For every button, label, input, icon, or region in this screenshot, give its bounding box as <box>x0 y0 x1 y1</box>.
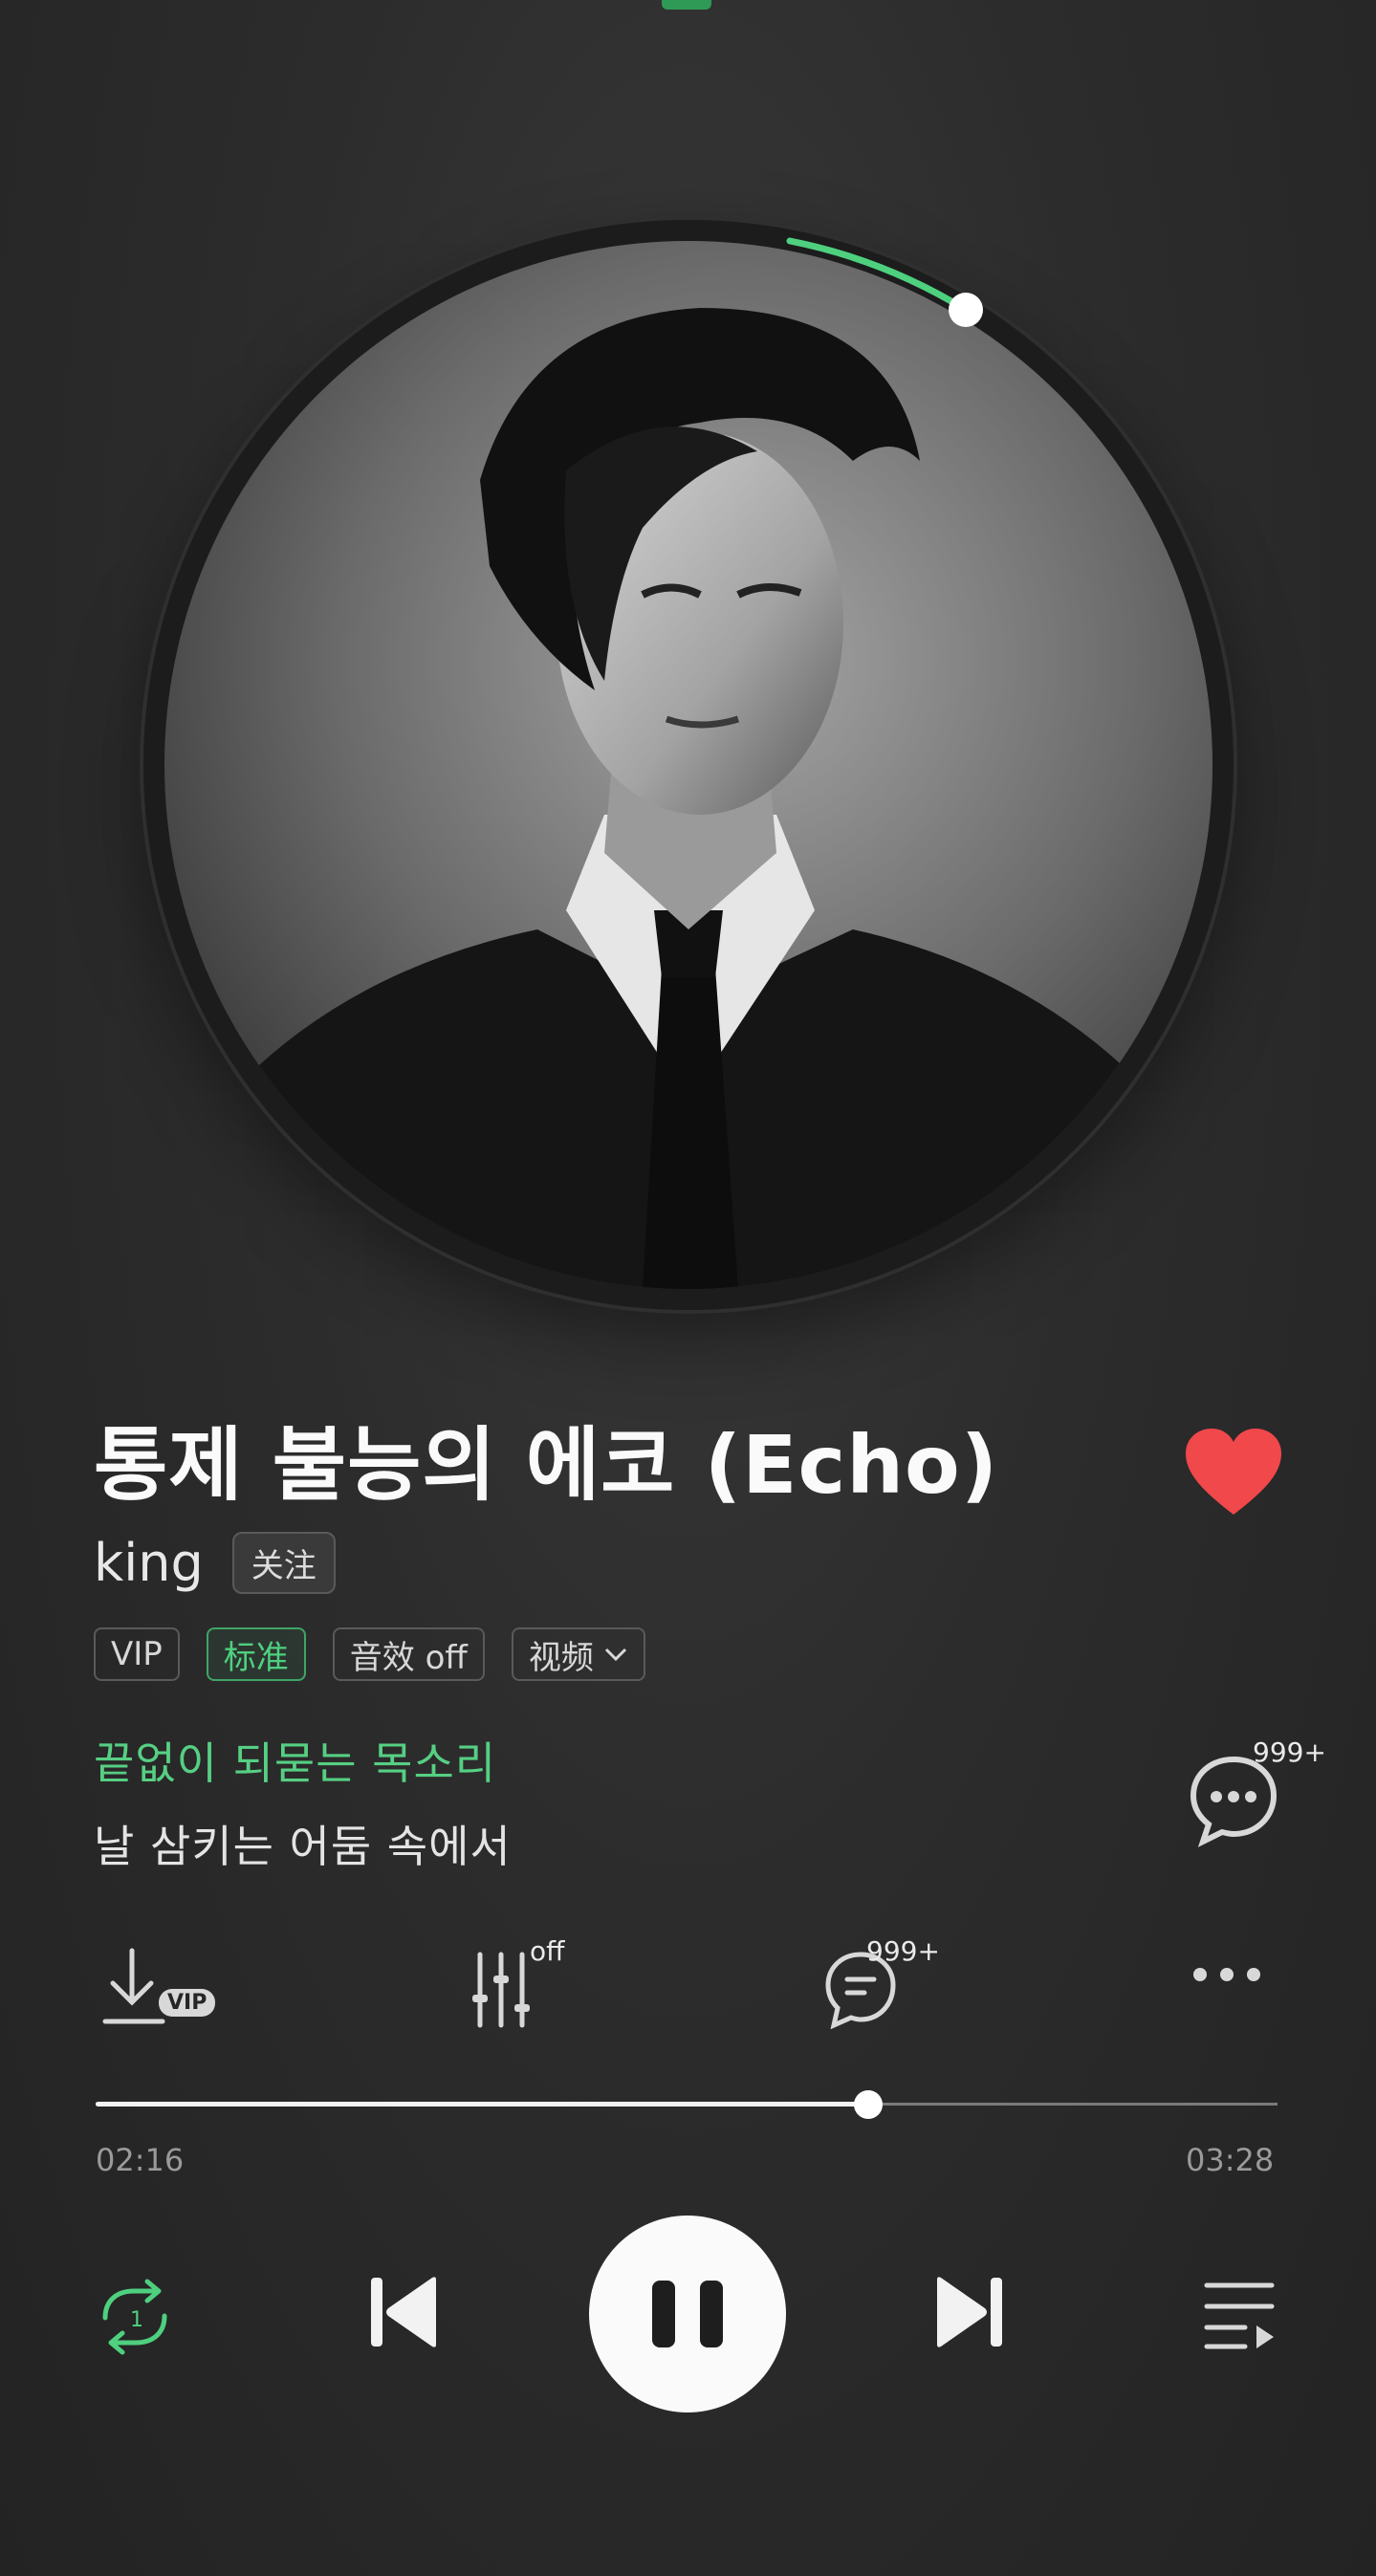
chevron-down-icon <box>604 1648 626 1662</box>
song-title: 통제 불능의 에코 (Echo) <box>94 1418 999 1512</box>
equalizer-button[interactable]: off <box>470 1935 585 2037</box>
tag-vip-label: VIP <box>111 1635 163 1673</box>
tag-vip[interactable]: VIP <box>94 1627 180 1681</box>
download-vip-badge: VIP <box>159 1989 216 2017</box>
lyric-comment-badge: 999+ <box>1253 1736 1326 1768</box>
previous-button[interactable] <box>367 2272 440 2352</box>
svg-text:1: 1 <box>130 2308 143 2332</box>
lyric-next-line[interactable]: 날 삼키는 어둠 속에서 <box>94 1812 512 1875</box>
download-icon <box>102 1948 165 2024</box>
album-cover[interactable] <box>164 241 1212 1289</box>
artist-name[interactable]: king <box>94 1533 204 1593</box>
repeat-one-icon: 1 <box>102 2279 167 2355</box>
download-button[interactable]: VIP <box>101 1941 216 2037</box>
next-icon <box>937 2277 1002 2347</box>
seek-bar[interactable] <box>96 2090 1278 2119</box>
tag-sound-effect-label: 音效 off <box>349 1638 468 1677</box>
tag-video[interactable]: 视频 <box>511 1627 645 1681</box>
lyric-comment-button[interactable]: 999+ <box>1186 1736 1326 1855</box>
like-button[interactable] <box>1182 1425 1285 1520</box>
quality-tags: VIP 标准 音效 off 视频 <box>94 1627 645 1681</box>
artist-row: king 关注 <box>94 1531 336 1594</box>
playlist-button[interactable] <box>1203 2278 1276 2350</box>
elapsed-time: 02:16 <box>96 2142 185 2178</box>
tag-standard-label: 标准 <box>223 1638 289 1677</box>
equalizer-icon <box>472 1952 530 2028</box>
total-duration: 03:28 <box>1186 2142 1275 2178</box>
lyric-current-line[interactable]: 끝없이 되묻는 목소리 <box>94 1729 496 1792</box>
tag-standard-quality[interactable]: 标准 <box>206 1627 306 1681</box>
seek-bar-thumb[interactable] <box>854 2090 884 2119</box>
comments-badge: 999+ <box>866 1935 940 1967</box>
more-button[interactable] <box>1193 1968 1260 1981</box>
more-icon <box>1193 1968 1207 1981</box>
pause-icon <box>652 2281 675 2347</box>
equalizer-off-badge: off <box>530 1935 565 1967</box>
now-playing-screen: 통제 불능의 에코 (Echo) king 关注 VIP 标准 音效 off 视… <box>0 0 1376 2576</box>
heart-icon <box>1186 1429 1281 1515</box>
pause-button[interactable] <box>589 2216 786 2412</box>
follow-button[interactable]: 关注 <box>231 1531 336 1594</box>
comments-button[interactable]: 999+ <box>822 1935 956 2037</box>
tag-sound-effect[interactable]: 音效 off <box>332 1627 485 1681</box>
repeat-mode-button[interactable]: 1 <box>92 2274 178 2360</box>
seek-bar-fill <box>96 2102 869 2107</box>
top-handle[interactable] <box>662 0 711 10</box>
next-button[interactable] <box>933 2272 1006 2352</box>
previous-icon <box>371 2277 436 2347</box>
playlist-icon <box>1204 2282 1275 2349</box>
tag-video-label: 视频 <box>528 1638 594 1677</box>
